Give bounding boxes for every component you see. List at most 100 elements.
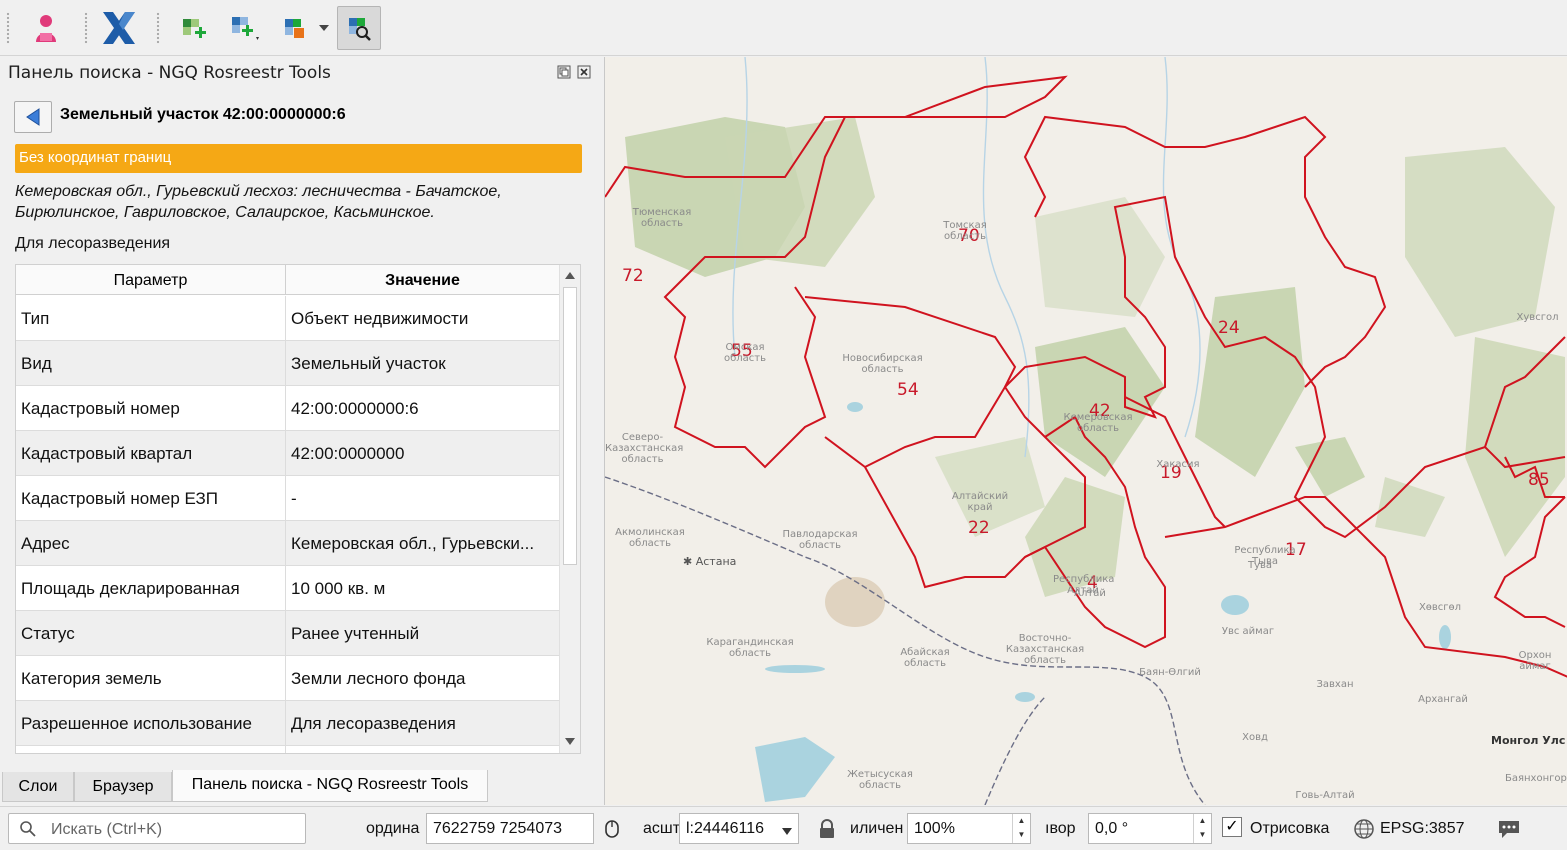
table-row[interactable]: Кадастровый номер 42:00:0000000:6 — [16, 386, 559, 431]
region-number: 85 — [1528, 470, 1550, 490]
param-cell[interactable]: Вид — [16, 341, 286, 385]
float-panel-button[interactable] — [556, 64, 572, 80]
panel-title: Панель поиска - NGQ Rosreestr Tools — [8, 63, 331, 83]
value-cell[interactable]: Объект недвижимости — [286, 296, 559, 340]
add-layer-button[interactable] — [170, 6, 214, 50]
value-cell[interactable]: 42:00:0000000:6 — [286, 386, 559, 430]
map-region-label: Говь-Алтай — [1295, 790, 1355, 801]
rotation-spinbox[interactable]: 0,0 ° ▲ ▼ — [1088, 813, 1212, 844]
region-number: 72 — [622, 266, 644, 286]
value-cell[interactable]: Кемеровская обл., Гурьевски... — [286, 521, 559, 565]
coordinate-field[interactable]: 7622759 7254073 — [426, 813, 594, 844]
usage-text: Для лесоразведения — [15, 235, 171, 252]
toolbar-dropdown-arrow[interactable] — [316, 20, 332, 36]
table-row[interactable]: Адрес Кемеровская обл., Гурьевски... — [16, 521, 559, 566]
param-cell[interactable]: Кадастровый номер ЕЗП — [16, 476, 286, 520]
param-cell[interactable] — [16, 746, 286, 753]
chevron-down-icon — [782, 822, 792, 840]
region-number: 54 — [897, 380, 919, 400]
search-icon — [20, 821, 36, 837]
magnifier-spin-buttons[interactable]: ▲ ▼ — [1012, 814, 1030, 843]
extent-toggle-button[interactable] — [600, 817, 624, 841]
map-region-label: Баян-Өлгий — [1139, 667, 1201, 678]
table-row[interactable]: Разрешенное использование Для лесоразведе… — [16, 701, 559, 746]
messages-button[interactable] — [1497, 817, 1521, 841]
crs-button[interactable] — [1352, 817, 1376, 841]
magnifier-spinbox[interactable]: 100% ▲ ▼ — [907, 813, 1031, 844]
column-header-value[interactable]: Значение — [286, 265, 559, 295]
rotation-label: ıвор — [1045, 820, 1076, 837]
table-row[interactable]: Кадастровый квартал 42:00:0000000 — [16, 431, 559, 476]
spin-down-icon[interactable]: ▼ — [1194, 828, 1211, 842]
value-cell[interactable] — [286, 746, 559, 753]
table-row-partial[interactable] — [16, 746, 559, 753]
scale-lock-button[interactable] — [815, 817, 839, 841]
search-panel-button[interactable] — [337, 6, 381, 50]
param-cell[interactable]: Разрешенное использование — [16, 701, 286, 745]
tab-layers[interactable]: Слои — [2, 772, 74, 802]
spin-down-icon[interactable]: ▼ — [1013, 828, 1030, 842]
param-cell[interactable]: Площадь декларированная — [16, 566, 286, 610]
toolbar-grip[interactable] — [156, 12, 160, 44]
chevron-down-icon — [319, 25, 329, 31]
param-cell[interactable]: Статус — [16, 611, 286, 655]
toolbar-grip[interactable] — [84, 12, 88, 44]
scroll-thumb[interactable] — [563, 287, 577, 565]
param-cell[interactable]: Кадастровый номер — [16, 386, 286, 430]
crs-label[interactable]: EPSG:3857 — [1380, 820, 1465, 838]
spin-up-icon[interactable]: ▲ — [1194, 814, 1211, 828]
value-cell[interactable]: - — [286, 476, 559, 520]
table-row[interactable]: Категория земель Земли лесного фонда — [16, 656, 559, 701]
layer-export-button[interactable] — [272, 6, 316, 50]
attribute-table[interactable]: Параметр Значение Тип Объект недвижимости… — [15, 264, 581, 754]
add-layer-icon — [183, 19, 206, 38]
scale-combobox[interactable]: l:24446116 — [679, 813, 799, 844]
ngq-x-button[interactable] — [97, 6, 141, 50]
map-canvas[interactable]: 72 70 55 54 24 42 19 85 22 17 4 Тюменска… — [604, 57, 1567, 805]
chat-bubble-icon — [1499, 821, 1519, 838]
coordinate-label: ордина — [366, 820, 420, 837]
tab-search-panel[interactable]: Панель поиска - NGQ Rosreestr Tools — [172, 770, 488, 802]
float-window-icon — [557, 65, 571, 79]
value-cell[interactable]: Земли лесного фонда — [286, 656, 559, 700]
map-region-label: Тюменская область — [632, 207, 692, 229]
param-cell[interactable]: Тип — [16, 296, 286, 340]
param-cell[interactable]: Категория земель — [16, 656, 286, 700]
value-cell[interactable]: Земельный участок — [286, 341, 559, 385]
tab-browser[interactable]: Браузер — [74, 772, 172, 802]
close-panel-button[interactable] — [576, 64, 592, 80]
rotation-spin-buttons[interactable]: ▲ ▼ — [1193, 814, 1211, 843]
render-checkbox[interactable]: ✓ — [1222, 817, 1242, 837]
scroll-down-button[interactable] — [560, 731, 580, 751]
close-icon — [577, 65, 591, 79]
table-row[interactable]: Площадь декларированная 10 000 кв. м — [16, 566, 559, 611]
toolbar-grip[interactable] — [6, 12, 10, 44]
value-cell[interactable]: 42:00:0000000 — [286, 431, 559, 475]
column-header-param[interactable]: Параметр — [16, 265, 286, 295]
map-region-label: Восточно-Казахстанская область — [1005, 633, 1085, 666]
param-cell[interactable]: Кадастровый квартал — [16, 431, 286, 475]
locator-search-input[interactable]: Искать (Ctrl+K) — [8, 813, 306, 844]
map-region-label: Омская область — [723, 342, 767, 364]
map-region-label: Кемеровская область — [1063, 412, 1133, 434]
map-region-label: Увс аймаг — [1221, 626, 1275, 637]
map-region-label: Завхан — [1316, 679, 1354, 690]
table-row[interactable]: Вид Земельный участок — [16, 341, 559, 386]
table-row[interactable]: Статус Ранее учтенный — [16, 611, 559, 656]
chevron-up-icon — [565, 271, 575, 279]
table-row[interactable]: Кадастровый номер ЕЗП - — [16, 476, 559, 521]
chevron-down-icon — [565, 737, 575, 745]
table-scrollbar[interactable] — [559, 265, 580, 753]
add-layer-menu-button[interactable] — [222, 6, 266, 50]
scroll-up-button[interactable] — [560, 265, 580, 285]
map-region-label: Орхон аймаг — [1518, 650, 1552, 672]
value-cell[interactable]: Для лесоразведения — [286, 701, 559, 745]
value-cell[interactable]: Ранее учтенный — [286, 611, 559, 655]
spin-up-icon[interactable]: ▲ — [1013, 814, 1030, 828]
back-button[interactable] — [14, 101, 52, 133]
table-row[interactable]: Тип Объект недвижимости — [16, 296, 559, 341]
user-button[interactable] — [24, 6, 68, 50]
value-cell[interactable]: 10 000 кв. м — [286, 566, 559, 610]
param-cell[interactable]: Адрес — [16, 521, 286, 565]
map-region-label: Хакасия — [1156, 459, 1200, 470]
